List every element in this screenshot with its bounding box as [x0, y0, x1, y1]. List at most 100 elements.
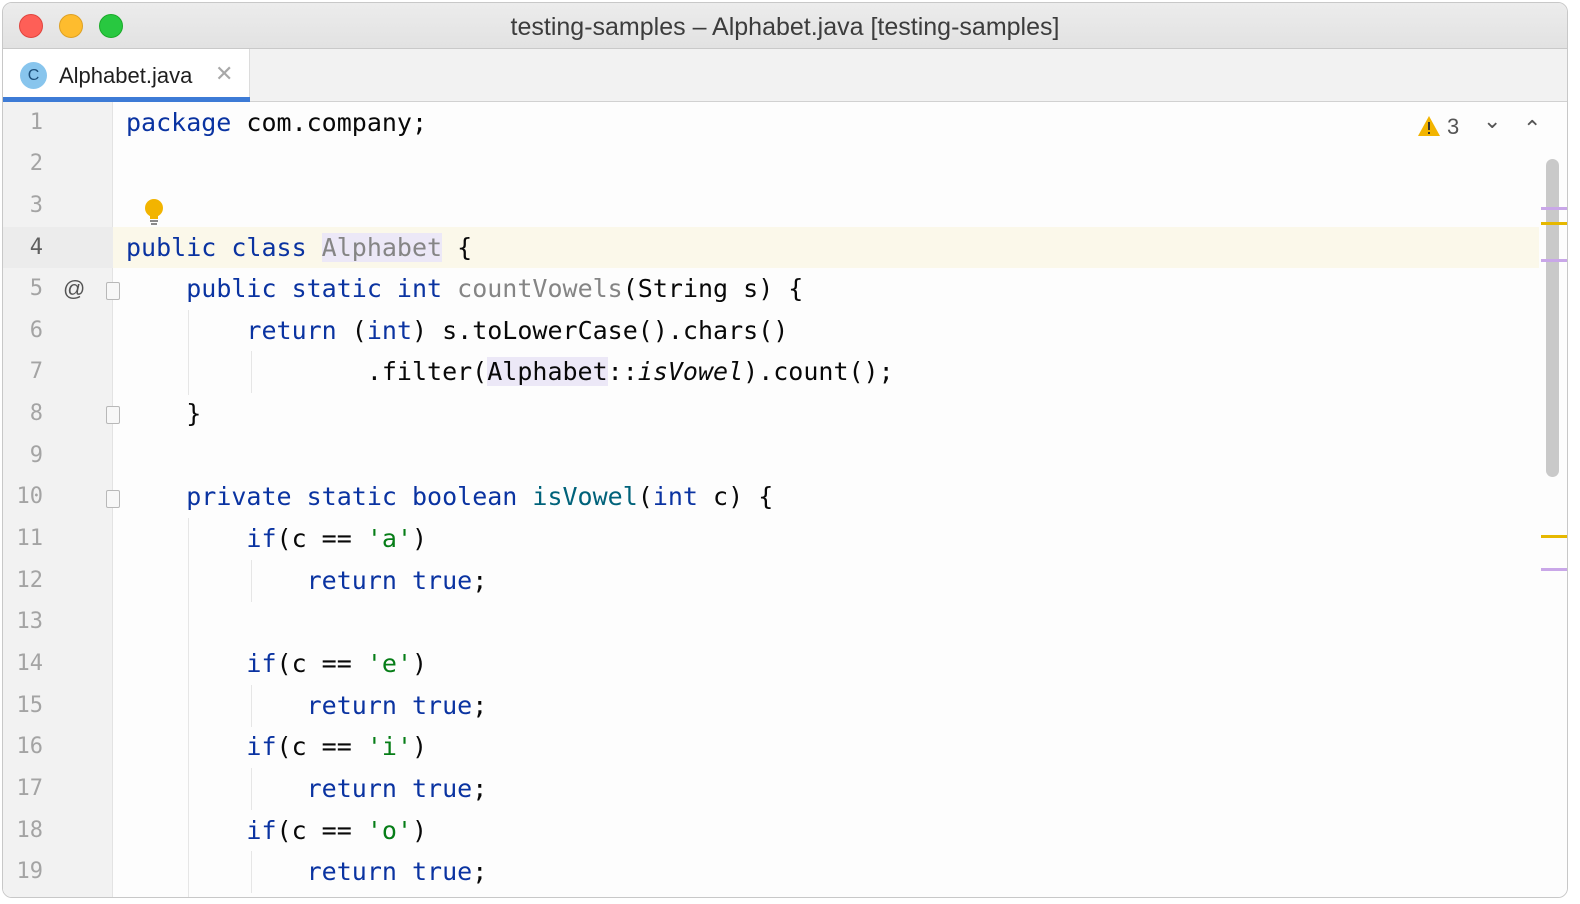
code-token: return — [246, 316, 337, 345]
line-number: 7 — [29, 359, 43, 384]
line-number: 2 — [29, 151, 43, 176]
code-token: c) { — [697, 482, 774, 511]
fold-icon[interactable] — [106, 406, 120, 424]
line-number: 9 — [29, 443, 43, 468]
code-token: countVowels — [457, 274, 623, 303]
code-token: if — [246, 816, 277, 845]
tab-label: Alphabet.java — [59, 63, 193, 88]
code-token: int — [366, 316, 412, 345]
code-token: ) — [412, 732, 428, 761]
error-stripe-mark[interactable] — [1541, 207, 1567, 210]
warning-count: 3 — [1447, 114, 1460, 139]
code-token: Alphabet — [321, 233, 443, 262]
code-token: isVowel — [637, 357, 744, 386]
code-token: 'i' — [366, 732, 412, 761]
inspection-widget[interactable]: 3 ⌄ ⌃ — [1417, 108, 1547, 144]
code-token: ( — [637, 482, 653, 511]
line-number: 15 — [16, 693, 44, 718]
code-token: (c == — [276, 732, 367, 761]
code-line-10: private static boolean isVowel(int c) { — [126, 476, 773, 517]
code-token: ; — [472, 566, 488, 595]
line-number: 14 — [16, 651, 44, 676]
line-number: 1 — [29, 110, 43, 135]
error-stripe-mark[interactable] — [1541, 222, 1567, 225]
code-token: public static int — [186, 274, 458, 303]
java-class-icon: C — [20, 62, 47, 89]
line-number: 10 — [16, 484, 44, 509]
error-stripe-mark[interactable] — [1541, 259, 1567, 262]
code-token: :: — [607, 357, 638, 386]
error-stripe-mark[interactable] — [1541, 568, 1567, 571]
next-problem-icon[interactable]: ⌄ — [1483, 108, 1501, 134]
line-number: 11 — [16, 526, 44, 551]
line-number: 5 — [29, 276, 43, 301]
code-token: ) — [412, 649, 428, 678]
line-number: 8 — [29, 401, 43, 426]
override-marker-icon[interactable]: @ — [63, 268, 85, 309]
tab-alphabet-java[interactable]: C Alphabet.java ✕ — [3, 49, 250, 102]
line-number: 19 — [16, 859, 44, 884]
warning-icon — [1418, 116, 1440, 136]
line-number: 17 — [16, 776, 44, 801]
code-token: int — [652, 482, 698, 511]
code-token: ) — [412, 524, 428, 553]
code-line-16: if(c == 'i') — [126, 726, 427, 767]
code-line-19: return true; — [126, 851, 488, 892]
line-number: 18 — [16, 818, 44, 843]
code-token: 'e' — [366, 649, 412, 678]
code-line-11: if(c == 'a') — [126, 518, 427, 559]
window-title: testing-samples – Alphabet.java [testing… — [510, 13, 1060, 41]
code-token: (c == — [276, 649, 367, 678]
line-number: 4 — [29, 235, 43, 260]
code-line-8: } — [126, 393, 201, 434]
code-line-17: return true; — [126, 768, 488, 809]
code-token: (c == — [276, 816, 367, 845]
code-token: return true — [306, 857, 473, 886]
line-number: 13 — [16, 609, 44, 634]
code-line-5: public static int countVowels(String s) … — [126, 268, 803, 309]
code-token: ; — [472, 774, 488, 803]
code-token: com.company; — [231, 108, 428, 137]
code-token: (c == — [276, 524, 367, 553]
code-token: public class — [126, 233, 322, 262]
title-bar: testing-samples – Alphabet.java [testing… — [3, 3, 1567, 49]
close-tab-icon[interactable]: ✕ — [215, 61, 233, 87]
code-token: { — [442, 233, 473, 262]
fold-icon[interactable] — [106, 490, 120, 508]
code-token: package — [126, 108, 232, 137]
code-token: 'o' — [366, 816, 412, 845]
previous-problem-icon[interactable]: ⌃ — [1523, 116, 1541, 142]
line-number: 3 — [29, 193, 43, 218]
code-line-1: package com.company; — [126, 102, 427, 143]
fold-icon[interactable] — [106, 282, 120, 300]
line-number: 16 — [16, 734, 44, 759]
code-line-12: return true; — [126, 560, 488, 601]
code-token: Alphabet — [487, 357, 608, 386]
code-token: if — [246, 649, 277, 678]
code-token: } — [186, 399, 202, 428]
lightbulb-icon[interactable] — [143, 198, 165, 226]
code-line-4: public class Alphabet { — [126, 227, 472, 268]
code-line-15: return true; — [126, 685, 488, 726]
code-token: if — [246, 732, 277, 761]
error-stripe-mark[interactable] — [1541, 535, 1567, 538]
code-token: ) s.toLowerCase().chars() — [412, 316, 789, 345]
line-number: 6 — [29, 318, 43, 343]
code-token: .filter( — [366, 357, 488, 386]
code-line-14: if(c == 'e') — [126, 643, 427, 684]
code-editor[interactable]: 1 2 3 4 5 6 7 8 9 10 11 12 13 14 15 16 1… — [3, 102, 1567, 897]
code-token: private static boolean — [186, 482, 533, 511]
code-line-18: if(c == 'o') — [126, 810, 427, 851]
code-token: 'a' — [366, 524, 412, 553]
code-token: ; — [472, 691, 488, 720]
editor-tab-bar: C Alphabet.java ✕ — [3, 49, 1567, 102]
code-line-7: .filter(Alphabet::isVowel).count(); — [126, 351, 894, 392]
code-token: return true — [306, 691, 473, 720]
code-token: ; — [472, 857, 488, 886]
code-line-6: return (int) s.toLowerCase().chars() — [126, 310, 788, 351]
code-token: ) — [412, 816, 428, 845]
code-token: return true — [306, 774, 473, 803]
code-token: ( — [336, 316, 367, 345]
code-token: if — [246, 524, 277, 553]
code-token: (String s) { — [622, 274, 804, 303]
